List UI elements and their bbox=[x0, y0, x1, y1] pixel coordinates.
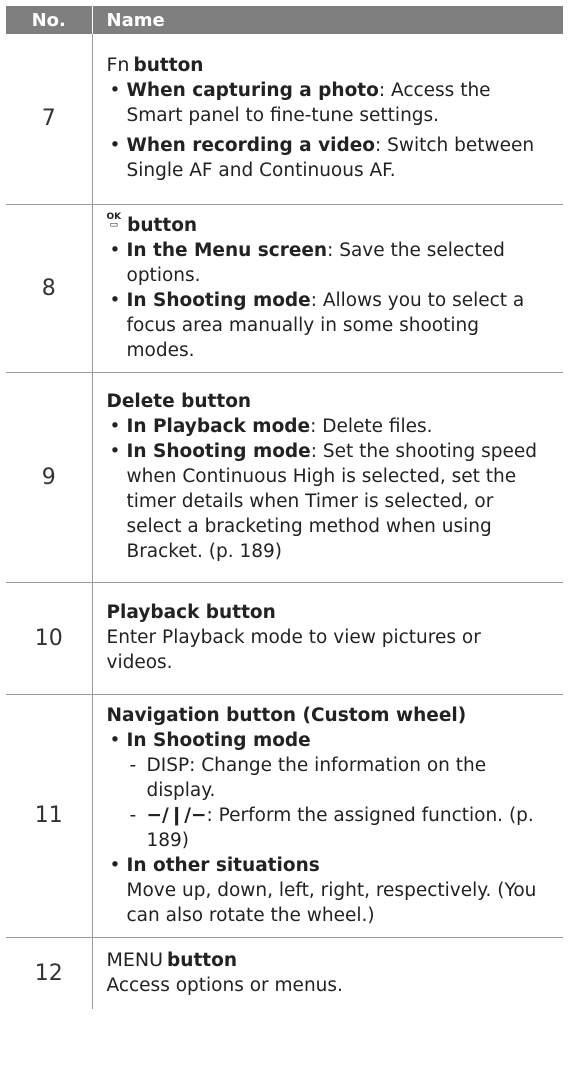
bullet-icon: • bbox=[109, 80, 121, 102]
row-number: 12 bbox=[6, 937, 93, 1009]
list-item: • In Shooting mode: Set the shooting spee… bbox=[109, 441, 537, 562]
row-title: OK ▭ button bbox=[106, 211, 198, 236]
sub-list-item: - −/❙/−: Perform the assigned function. (… bbox=[129, 804, 534, 851]
table-row: 11 Navigation button (Custom wheel) • In … bbox=[6, 694, 563, 938]
disp-symbol: DISP bbox=[146, 754, 190, 776]
direction-keys-symbol: −/❙/− bbox=[146, 804, 207, 826]
row-title: Navigation button (Custom wheel) bbox=[106, 704, 467, 726]
dash-icon: - bbox=[129, 754, 137, 776]
reference-table: No. Name 7 Fn button • When capturing a ph… bbox=[6, 6, 563, 1009]
row-number: 9 bbox=[6, 372, 93, 583]
row-description: Navigation button (Custom wheel) • In Sho… bbox=[92, 694, 563, 938]
table-row: 9 Delete button • In Playback mode: Delet… bbox=[6, 372, 563, 583]
row-description: Delete button • In Playback mode: Delete … bbox=[92, 372, 563, 583]
row-title: Fn button bbox=[106, 54, 204, 77]
row-text: Enter Playback mode to view pictures or … bbox=[106, 627, 481, 673]
table-row: 7 Fn button • When capturing a photo: Acce… bbox=[6, 34, 563, 205]
table-row: 12 MENU button Access options or menus. bbox=[6, 937, 563, 1009]
bullet-icon: • bbox=[109, 289, 121, 311]
table-row: 8 OK ▭ button • In the Menu screen: Save th… bbox=[6, 204, 563, 373]
ok-menu-icon: OK ▭ bbox=[106, 211, 122, 230]
row-number: 8 bbox=[6, 204, 93, 373]
row-description: Fn button • When capturing a photo: Access… bbox=[92, 34, 563, 205]
fn-symbol: Fn bbox=[106, 54, 130, 77]
dash-icon: - bbox=[129, 804, 137, 826]
list-item: • When capturing a photo: Access the Smar… bbox=[109, 80, 491, 127]
list-item: • When recording a video: Switch between … bbox=[109, 135, 535, 182]
header-name: Name bbox=[92, 6, 563, 34]
bullet-icon: • bbox=[109, 441, 121, 462]
bullet-icon: • bbox=[109, 239, 121, 261]
header-no: No. bbox=[6, 6, 93, 34]
list-item: • In Playback mode: Delete files. bbox=[109, 416, 433, 437]
table-row: 10 Playback button Enter Playback mode t… bbox=[6, 582, 563, 695]
bullet-icon: • bbox=[109, 416, 121, 437]
list-item: • In Shooting mode: Allows you to select … bbox=[109, 289, 525, 361]
row-description: OK ▭ button • In the Menu screen: Save the … bbox=[92, 204, 563, 373]
list-item: • In other situations Move up, down, left,… bbox=[109, 854, 537, 926]
row-title: Delete button bbox=[106, 391, 252, 412]
row-number: 10 bbox=[6, 582, 93, 695]
list-item: • In the Menu screen: Save the selected o… bbox=[109, 239, 505, 286]
row-description: Playback button Enter Playback mode to v… bbox=[92, 582, 563, 695]
row-number: 7 bbox=[6, 34, 93, 205]
row-number: 11 bbox=[6, 694, 93, 938]
row-title: MENU button bbox=[106, 948, 238, 971]
row-text: Access options or menus. bbox=[106, 974, 343, 996]
bullet-icon: • bbox=[109, 135, 121, 157]
menu-symbol: MENU bbox=[106, 948, 164, 971]
row-description: MENU button Access options or menus. bbox=[92, 937, 563, 1009]
sub-list-item: - DISP: Change the information on the dis… bbox=[129, 754, 487, 801]
bullet-icon: • bbox=[109, 854, 121, 876]
row-title: Playback button bbox=[106, 602, 276, 623]
list-item: • In Shooting mode - DISP: Change the info… bbox=[107, 728, 552, 853]
bullet-icon: • bbox=[109, 729, 121, 751]
header-row: No. Name bbox=[6, 6, 563, 34]
